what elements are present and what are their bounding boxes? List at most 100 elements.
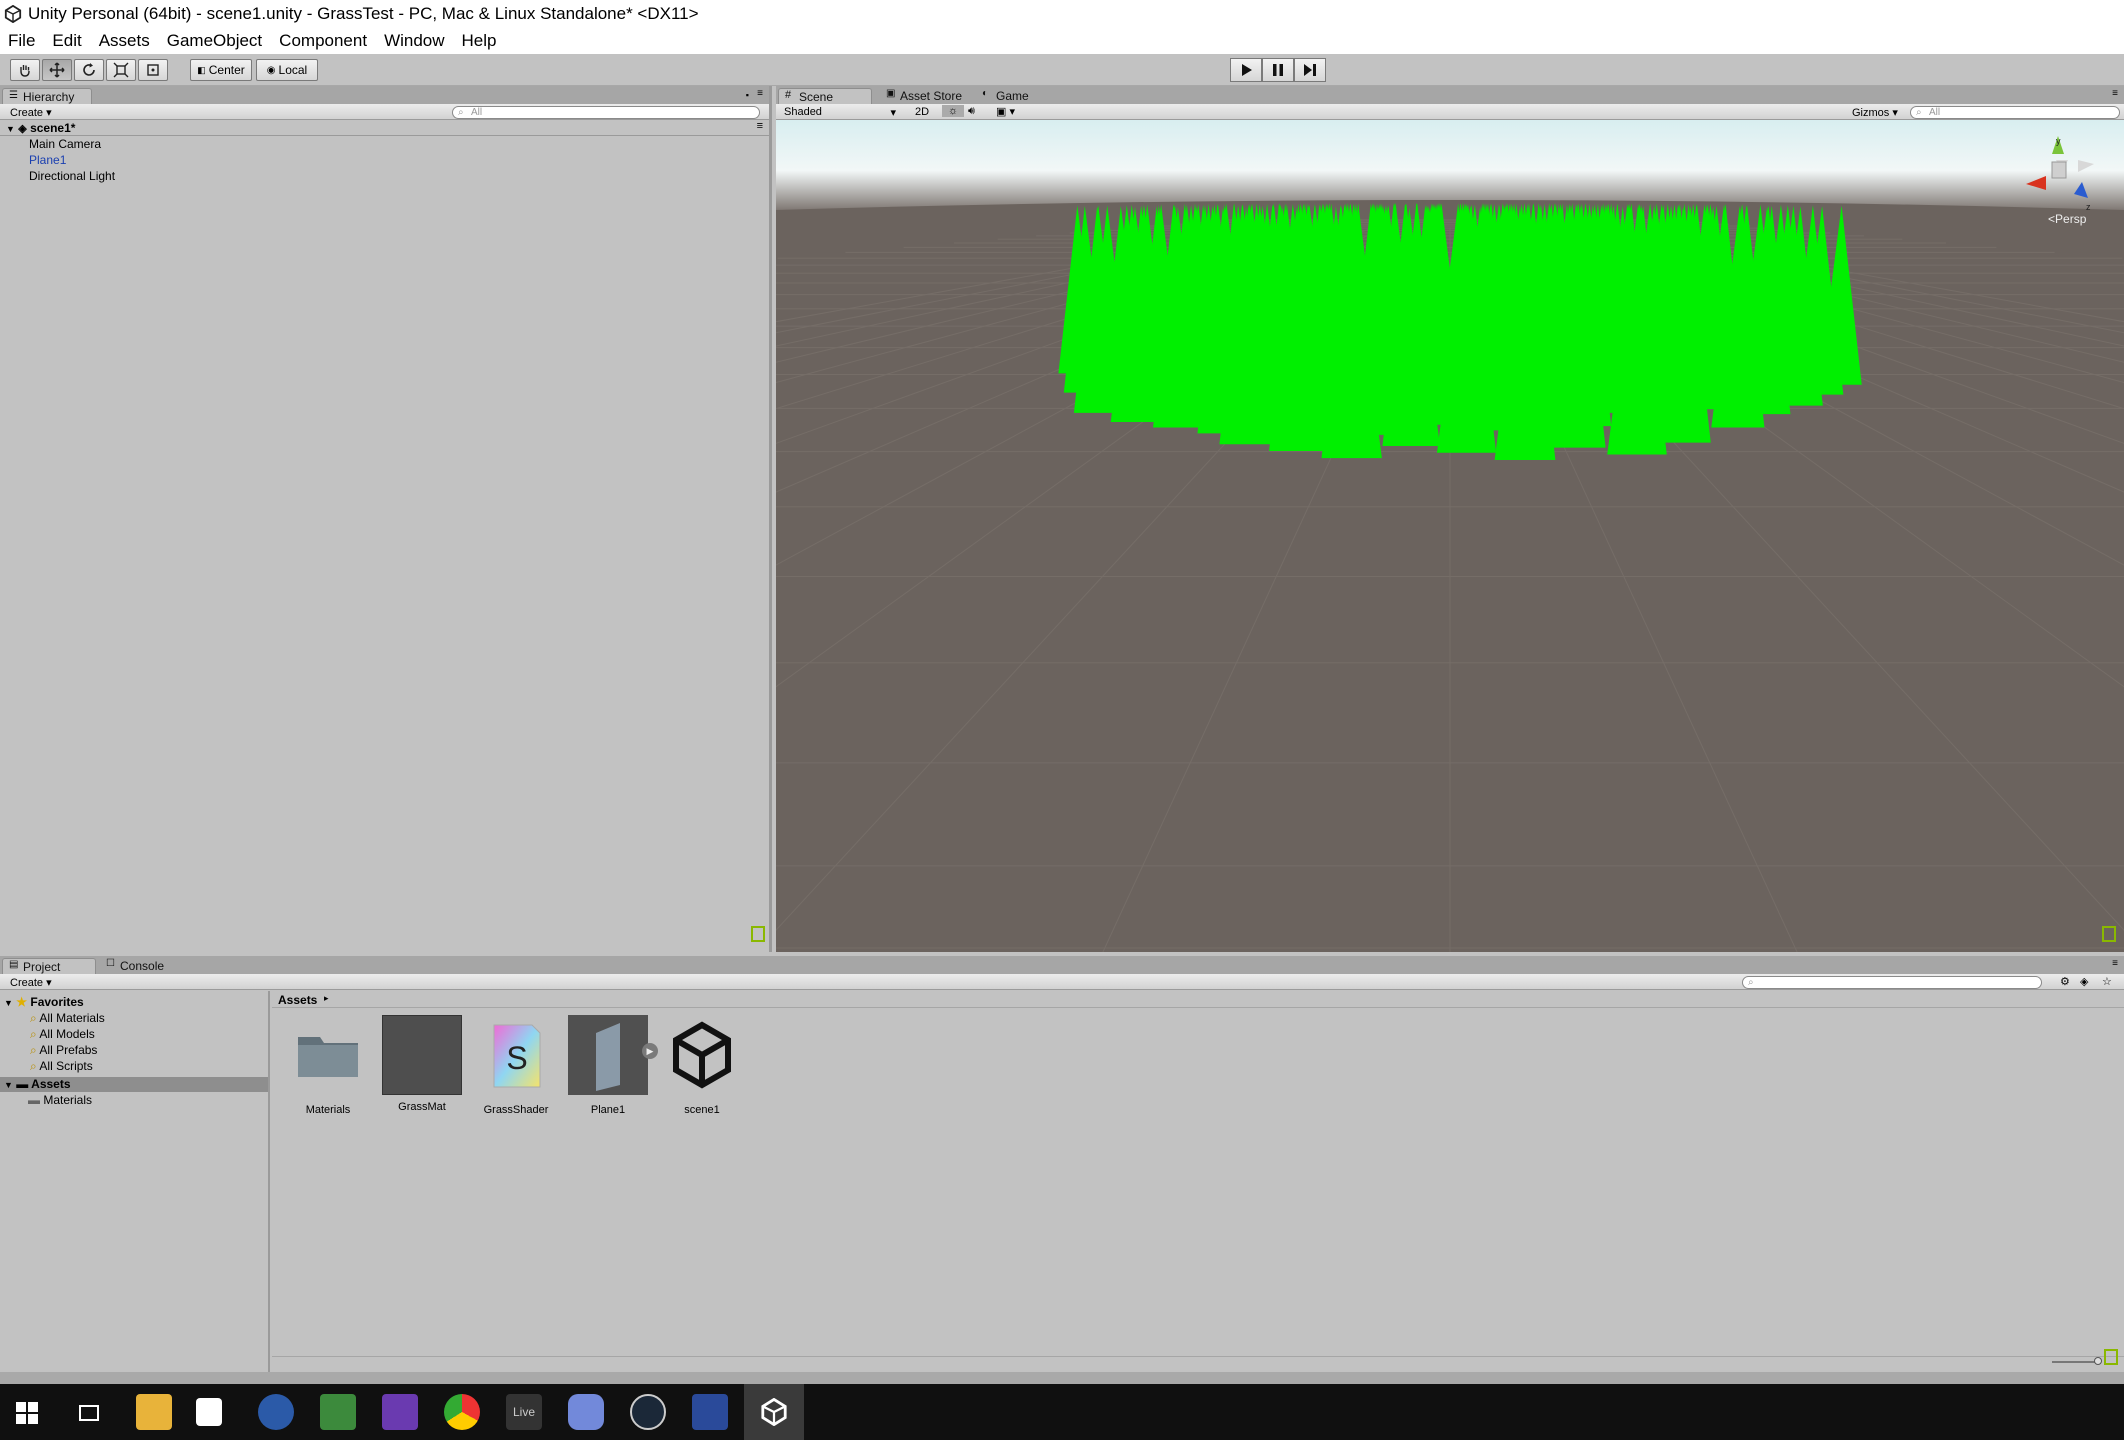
- divider: [0, 135, 769, 136]
- favorite-item[interactable]: ⌕ All Models: [30, 1027, 95, 1042]
- menu-edit[interactable]: Edit: [52, 31, 81, 51]
- asset-scene1[interactable]: scene1: [662, 1015, 742, 1116]
- svg-text:S: S: [506, 1040, 527, 1076]
- menu-gameobject[interactable]: GameObject: [167, 31, 262, 51]
- slider-handle[interactable]: [2094, 1357, 2102, 1365]
- hand-icon: [20, 65, 30, 77]
- gizmo-x-axis-icon[interactable]: [2026, 176, 2046, 190]
- panel-menu-icon[interactable]: ≡: [2112, 958, 2118, 969]
- app-window-icon[interactable]: [692, 1394, 728, 1430]
- hand-tool-button[interactable]: [10, 59, 40, 81]
- space-label: Local: [278, 63, 308, 77]
- audio-toggle-icon[interactable]: 🔊︎: [968, 105, 975, 118]
- play-button[interactable]: [1230, 58, 1262, 82]
- search-icon: ⌕: [458, 107, 464, 118]
- live-app-icon[interactable]: Live: [506, 1394, 542, 1430]
- scene-root[interactable]: ▼ ◈ scene1*: [6, 121, 75, 135]
- menu-assets[interactable]: Assets: [99, 31, 150, 51]
- file-explorer-icon[interactable]: [136, 1394, 172, 1430]
- favorite-item[interactable]: ⌕ All Materials: [30, 1011, 105, 1026]
- gizmos-dropdown[interactable]: Gizmos ▾: [1852, 106, 1898, 119]
- move-tool-button[interactable]: [42, 59, 72, 81]
- folder-icon: [298, 1037, 358, 1077]
- asset-plane1[interactable]: Plane1: [568, 1015, 648, 1116]
- asset-grassshader[interactable]: S GrassShader: [476, 1015, 556, 1116]
- filter-type-icon[interactable]: ⚙: [2060, 975, 2070, 988]
- scene-viewport[interactable]: y z <Persp: [776, 120, 2124, 952]
- star-filter-icon[interactable]: ☆: [2102, 975, 2112, 988]
- notepad-icon[interactable]: [320, 1394, 356, 1430]
- app-icon[interactable]: [258, 1394, 294, 1430]
- scene-search-input[interactable]: ⌕ All: [1910, 106, 2120, 119]
- task-view-icon[interactable]: [78, 1402, 100, 1424]
- menu-help[interactable]: Help: [462, 31, 497, 51]
- projection-label[interactable]: <Persp: [2048, 212, 2086, 226]
- asset-grassmat[interactable]: GrassMat: [382, 1015, 462, 1113]
- filter-label-icon[interactable]: ◈: [2080, 975, 2088, 988]
- orientation-gizmo[interactable]: y z: [2018, 132, 2108, 222]
- hierarchy-item-plane1[interactable]: Plane1: [29, 153, 66, 167]
- menu-file[interactable]: File: [8, 31, 35, 51]
- active-app-highlight[interactable]: [744, 1384, 804, 1440]
- panel-menu-icon[interactable]: ≡: [757, 88, 763, 99]
- pivot-center-toggle[interactable]: ◧ Center: [190, 59, 252, 81]
- rotate-tool-button[interactable]: [74, 59, 104, 81]
- gizmo-z-axis-icon[interactable]: [2074, 182, 2088, 198]
- scale-tool-button[interactable]: [106, 59, 136, 81]
- resize-corner-icon[interactable]: [2102, 926, 2116, 942]
- pause-button[interactable]: [1262, 58, 1294, 82]
- favorite-item[interactable]: ⌕ All Scripts: [30, 1059, 93, 1074]
- hierarchy-item-main-camera[interactable]: Main Camera: [29, 137, 101, 151]
- status-bar: [0, 1372, 2124, 1384]
- asset-materials-folder[interactable]: Materials: [288, 1015, 368, 1116]
- scene-render[interactable]: [776, 120, 2124, 952]
- resize-corner-icon[interactable]: [2104, 1349, 2118, 1365]
- chrome-icon[interactable]: [444, 1394, 480, 1430]
- rect-transform-icon: [147, 64, 159, 76]
- space-local-toggle[interactable]: ◉ Local: [256, 59, 318, 81]
- tab-game[interactable]: ◐ Game: [976, 88, 1046, 104]
- breadcrumb-chevron-icon: ▸: [324, 993, 329, 1003]
- windows-start-icon[interactable]: [16, 1402, 38, 1424]
- thumbnail-size-slider[interactable]: [2052, 1361, 2100, 1363]
- effects-dropdown-icon[interactable]: ▣ ▾: [996, 105, 1015, 118]
- tab-asset-store[interactable]: ▣ Asset Store: [880, 88, 972, 104]
- steam-icon[interactable]: [630, 1394, 666, 1430]
- step-button[interactable]: [1294, 58, 1326, 82]
- breadcrumb-assets[interactable]: Assets: [278, 993, 317, 1007]
- breadcrumb: Assets ▸: [272, 991, 2124, 1008]
- tab-scene[interactable]: # Scene: [778, 88, 872, 104]
- shading-mode-dropdown[interactable]: Shaded ▾: [784, 106, 904, 119]
- project-assets-view: Assets ▸ Materials GrassMat S GrassShader…: [272, 991, 2124, 1372]
- tab-hierarchy[interactable]: ☰ Hierarchy: [2, 88, 92, 104]
- store-icon[interactable]: [196, 1398, 222, 1426]
- project-toolbar: Create ▾ ⌕ ⚙ ◈ ☆: [0, 974, 2124, 990]
- main-toolbar: ◧ Center ◉ Local: [0, 54, 2124, 86]
- hierarchy-create-button[interactable]: Create ▾: [10, 106, 52, 119]
- expand-prefab-arrow-icon[interactable]: ▶: [642, 1043, 658, 1059]
- visual-studio-icon[interactable]: [382, 1394, 418, 1430]
- 2d-toggle[interactable]: 2D: [910, 106, 934, 118]
- resize-corner-icon[interactable]: [751, 926, 765, 942]
- lock-icon[interactable]: ▪: [746, 90, 749, 100]
- lighting-toggle-icon[interactable]: ☼: [942, 105, 964, 117]
- assets-folder-selected[interactable]: ▼ ▬ Assets: [0, 1077, 268, 1092]
- unity-icon: [761, 1398, 787, 1426]
- rotate-icon: [83, 63, 95, 76]
- hierarchy-item-directional-light[interactable]: Directional Light: [29, 169, 115, 183]
- favorite-item[interactable]: ⌕ All Prefabs: [30, 1043, 97, 1058]
- menu-window[interactable]: Window: [384, 31, 444, 51]
- project-search-input[interactable]: ⌕: [1742, 976, 2042, 989]
- hierarchy-search-input[interactable]: ⌕ All: [452, 106, 760, 119]
- grass-blades: [1058, 202, 1862, 460]
- rect-tool-button[interactable]: [138, 59, 168, 81]
- tab-console[interactable]: ☐ Console: [100, 958, 180, 974]
- tab-project[interactable]: ▤ Project: [2, 958, 96, 974]
- project-create-button[interactable]: Create ▾: [10, 976, 52, 989]
- discord-icon[interactable]: [568, 1394, 604, 1430]
- folder-item-materials[interactable]: ▬ Materials: [28, 1093, 92, 1107]
- scene-options-icon[interactable]: ≡: [757, 120, 763, 132]
- menu-component[interactable]: Component: [279, 31, 367, 51]
- favorites-header[interactable]: ▼ ★ Favorites: [4, 995, 84, 1009]
- panel-menu-icon[interactable]: ≡: [2112, 88, 2118, 99]
